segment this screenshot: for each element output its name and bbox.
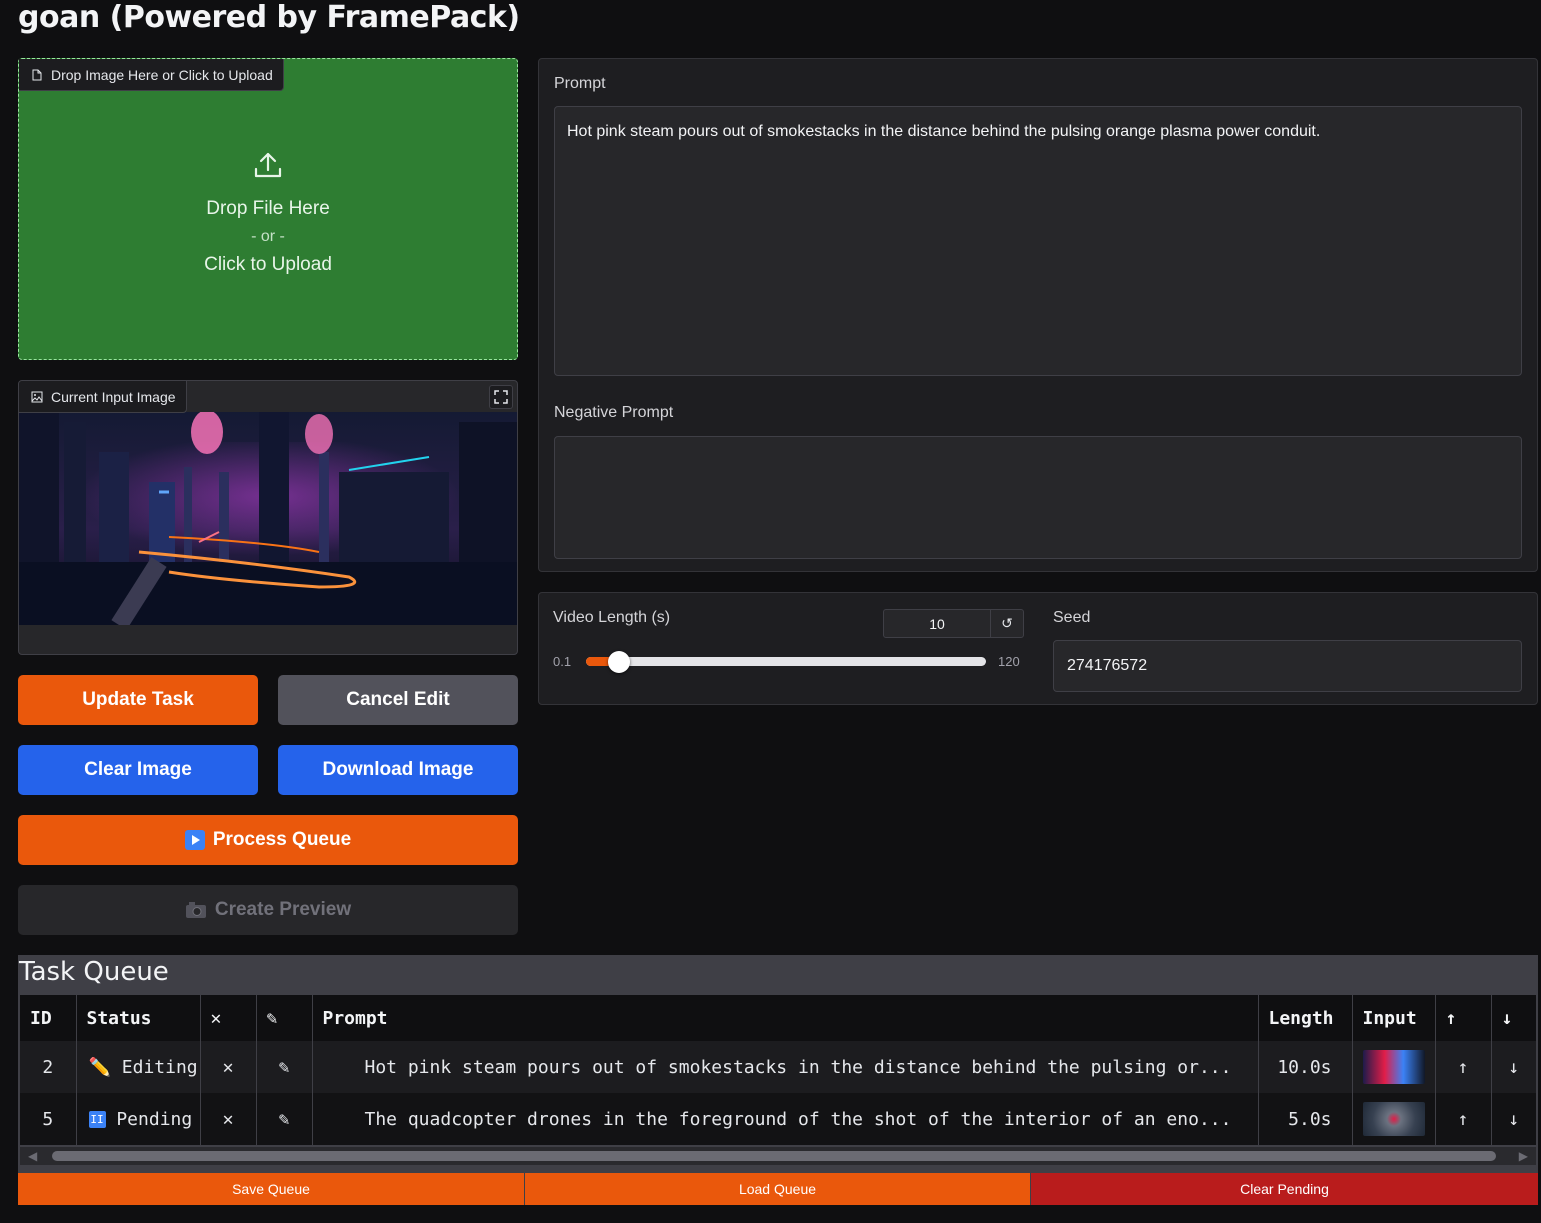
current-image-tag-label: Current Input Image <box>51 388 176 405</box>
pause-icon: II <box>88 1111 106 1128</box>
slider-thumb[interactable] <box>608 651 631 673</box>
update-task-button[interactable]: Update Task <box>18 675 258 725</box>
task-queue-table: ID Status ✕ ✎ Prompt Length Input ↑ ↓ 2 … <box>20 995 1536 1145</box>
save-queue-button[interactable]: Save Queue <box>18 1173 524 1205</box>
fullscreen-icon <box>494 390 508 404</box>
slider-max-label: 120 <box>998 654 1020 669</box>
column-header-input[interactable]: Input <box>1352 995 1436 1041</box>
table-row: 2 ✏️ Editing ✕ ✎ Hot pink steam pours ou… <box>20 1041 1536 1093</box>
app-title: goan (Powered by FramePack) <box>18 0 520 35</box>
create-preview-label: Create Preview <box>214 899 352 920</box>
column-header-status[interactable]: Status <box>76 995 201 1041</box>
slider-min-label: 0.1 <box>553 654 572 669</box>
load-queue-button[interactable]: Load Queue <box>525 1173 1030 1205</box>
upload-or-text: - or - <box>251 228 285 245</box>
camera-icon <box>185 902 206 918</box>
edit-task-button[interactable]: ✎ <box>256 1093 313 1145</box>
video-length-input[interactable]: 10 <box>883 609 991 638</box>
remove-task-button[interactable]: ✕ <box>200 1041 257 1093</box>
task-status-text: Pending <box>116 1108 193 1130</box>
column-header-edit: ✎ <box>256 995 313 1041</box>
file-icon <box>32 69 42 80</box>
image-upload-dropzone[interactable]: Drop Image Here or Click to Upload Drop … <box>18 58 518 360</box>
scroll-right-icon[interactable]: ▶ <box>1519 1149 1528 1163</box>
move-up-button[interactable]: ↑ <box>1435 1041 1492 1093</box>
create-preview-button[interactable]: Create Preview <box>18 885 518 935</box>
fullscreen-button[interactable] <box>489 385 513 409</box>
column-header-move-up: ↑ <box>1435 995 1492 1041</box>
column-header-id[interactable]: ID <box>20 995 77 1041</box>
task-prompt: The quadcopter drones in the foreground … <box>312 1093 1259 1145</box>
reset-icon: ↺ <box>1001 615 1013 631</box>
task-id: 5 <box>20 1093 77 1145</box>
process-queue-button[interactable]: Process Queue <box>18 815 518 865</box>
current-image-tag: Current Input Image <box>19 381 187 413</box>
seed-label: Seed <box>1053 609 1091 626</box>
input-thumbnail <box>1362 1102 1425 1136</box>
prompt-textarea[interactable]: Hot pink steam pours out of smokestacks … <box>554 106 1522 376</box>
task-length: 5.0s <box>1258 1093 1353 1145</box>
play-icon <box>184 830 205 850</box>
column-header-remove: ✕ <box>200 995 257 1041</box>
task-id: 2 <box>20 1041 77 1093</box>
prompt-label: Prompt <box>554 75 606 92</box>
edit-task-button[interactable]: ✎ <box>256 1041 313 1093</box>
video-length-slider[interactable] <box>586 651 986 673</box>
move-down-button[interactable]: ↓ <box>1491 1093 1536 1145</box>
cancel-edit-button[interactable]: Cancel Edit <box>278 675 518 725</box>
horizontal-scrollbar[interactable]: ◀ ▶ <box>20 1147 1536 1165</box>
process-queue-label: Process Queue <box>212 829 352 850</box>
upload-icon <box>254 152 282 178</box>
clear-image-button[interactable]: Clear Image <box>18 745 258 795</box>
download-image-button[interactable]: Download Image <box>278 745 518 795</box>
reset-button[interactable]: ↺ <box>990 609 1024 638</box>
column-header-length[interactable]: Length <box>1258 995 1353 1041</box>
seed-input[interactable]: 274176572 <box>1053 640 1522 692</box>
settings-panel: Video Length (s) 10 ↺ 0.1 120 Seed 27417… <box>538 592 1538 705</box>
task-input-thumbnail <box>1352 1041 1436 1093</box>
move-down-button[interactable]: ↓ <box>1491 1041 1536 1093</box>
upload-tag-label: Drop Image Here or Click to Upload <box>51 66 273 83</box>
task-prompt: Hot pink steam pours out of smokestacks … <box>312 1041 1259 1093</box>
remove-task-button[interactable]: ✕ <box>200 1093 257 1145</box>
scroll-left-icon[interactable]: ◀ <box>28 1149 37 1163</box>
upload-click-text: Click to Upload <box>204 254 332 275</box>
upload-drop-text: Drop File Here <box>206 198 330 219</box>
image-icon <box>31 391 43 402</box>
video-length-label: Video Length (s) <box>553 609 671 626</box>
column-header-move-down: ↓ <box>1491 995 1536 1041</box>
task-status-text: Editing <box>121 1056 198 1078</box>
scrollbar-thumb[interactable] <box>52 1151 1496 1161</box>
task-status: II Pending <box>76 1093 201 1145</box>
input-thumbnail <box>1362 1050 1425 1084</box>
prompt-panel: Prompt Hot pink steam pours out of smoke… <box>538 58 1538 572</box>
task-status: ✏️ Editing <box>76 1041 201 1093</box>
negative-prompt-textarea[interactable] <box>554 436 1522 559</box>
negative-prompt-label: Negative Prompt <box>554 404 674 421</box>
table-row: 5 II Pending ✕ ✎ The quadcopter drones i… <box>20 1093 1536 1145</box>
input-image-preview <box>19 412 517 625</box>
pencil-icon: ✏️ <box>88 1056 111 1078</box>
current-input-image-panel: Current Input Image <box>18 380 518 655</box>
clear-pending-button[interactable]: Clear Pending <box>1031 1173 1538 1205</box>
move-up-button[interactable]: ↑ <box>1435 1093 1492 1145</box>
task-queue-title: Task Queue <box>19 957 169 987</box>
task-input-thumbnail <box>1352 1093 1436 1145</box>
task-queue-panel: Task Queue ID Status ✕ ✎ Prompt Length I… <box>18 955 1538 1205</box>
task-length: 10.0s <box>1258 1041 1353 1093</box>
upload-tag: Drop Image Here or Click to Upload <box>19 59 284 91</box>
column-header-prompt[interactable]: Prompt <box>312 995 1259 1041</box>
